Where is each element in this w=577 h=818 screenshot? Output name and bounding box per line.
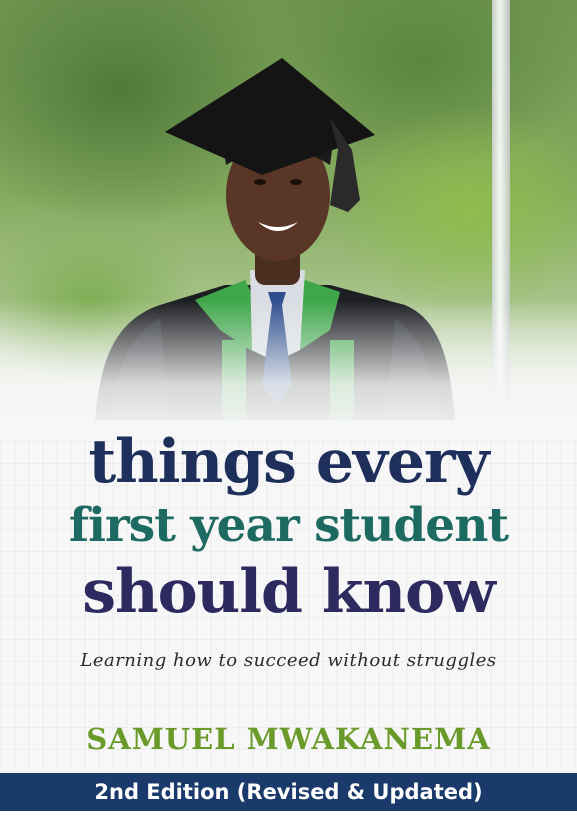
edition-band: 2nd Edition (Revised & Updated) [0,773,577,811]
subtitle: Learning how to succeed without struggle… [80,650,497,671]
title-line-3: should know [82,557,496,627]
photo-fade-overlay [0,300,577,440]
title-line-1: things every [88,427,489,497]
bottom-strip [0,811,577,818]
book-cover: things every first year student should k… [0,0,577,818]
title-line-2: first year student [68,498,509,553]
author-name: SAMUEL MWAKANEMA [86,722,491,756]
